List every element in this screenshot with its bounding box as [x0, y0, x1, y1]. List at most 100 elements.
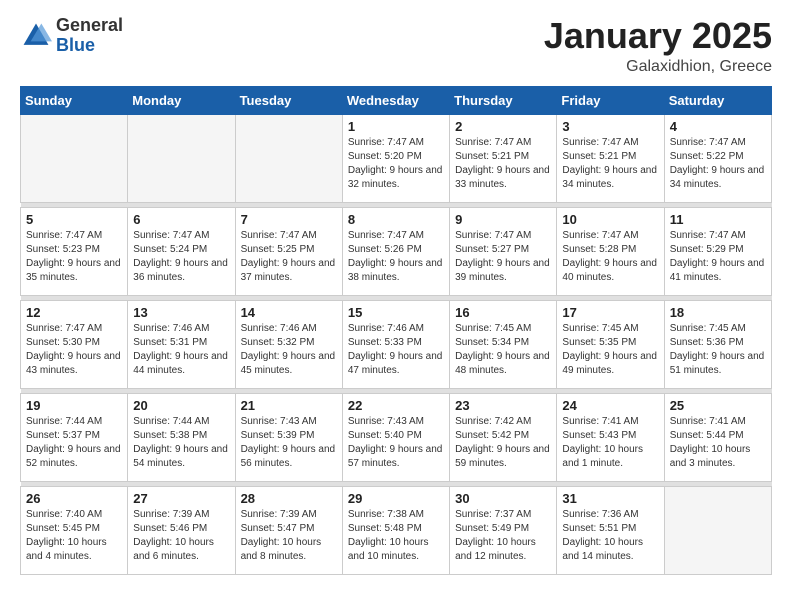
day-info: Sunrise: 7:43 AM Sunset: 5:39 PM Dayligh… [241, 415, 337, 471]
day-info: Sunrise: 7:44 AM Sunset: 5:38 PM Dayligh… [133, 415, 229, 471]
day-cell: 18 Sunrise: 7:45 AM Sunset: 5:36 PM Dayli… [664, 300, 771, 388]
logo-text: General Blue [56, 16, 123, 56]
day-info: Sunrise: 7:47 AM Sunset: 5:28 PM Dayligh… [562, 229, 658, 285]
day-cell: 25Sunrise: 7:41 AM Sunset: 5:44 PM Dayli… [664, 393, 771, 481]
logo-general: General [56, 16, 123, 36]
day-cell: 16Sunrise: 7:45 AM Sunset: 5:34 PM Dayli… [450, 300, 557, 388]
day-number: 20 [133, 398, 229, 413]
day-number: 17 [562, 305, 658, 320]
weekday-header-thursday: Thursday [450, 86, 557, 114]
day-number: 2 [455, 119, 551, 134]
day-cell: 2 Sunrise: 7:47 AM Sunset: 5:21 PM Daylig… [450, 114, 557, 202]
day-number: 13 [133, 305, 229, 320]
calendar-subtitle: Galaxidhion, Greece [544, 58, 772, 76]
day-number: 23 [455, 398, 551, 413]
week-row-2: 5 Sunrise: 7:47 AM Sunset: 5:23 PM Daylig… [21, 207, 772, 295]
day-number: 26 [26, 491, 122, 506]
day-number: 14 [241, 305, 337, 320]
day-cell: 13 Sunrise: 7:46 AM Sunset: 5:31 PM Dayli… [128, 300, 235, 388]
day-cell: 22Sunrise: 7:43 AM Sunset: 5:40 PM Dayli… [342, 393, 449, 481]
day-number: 21 [241, 398, 337, 413]
day-info: Sunrise: 7:47 AM Sunset: 5:25 PM Dayligh… [241, 229, 337, 285]
title-block: January 2025 Galaxidhion, Greece [544, 16, 772, 76]
day-info: Sunrise: 7:46 AM Sunset: 5:32 PM Dayligh… [241, 322, 337, 378]
day-info: Sunrise: 7:47 AM Sunset: 5:27 PM Dayligh… [455, 229, 551, 285]
week-row-3: 12Sunrise: 7:47 AM Sunset: 5:30 PM Dayli… [21, 300, 772, 388]
day-number: 8 [348, 212, 444, 227]
day-info: Sunrise: 7:47 AM Sunset: 5:21 PM Dayligh… [455, 136, 551, 192]
day-number: 11 [670, 212, 766, 227]
day-number: 4 [670, 119, 766, 134]
day-number: 12 [26, 305, 122, 320]
day-number: 10 [562, 212, 658, 227]
calendar-table: SundayMondayTuesdayWednesdayThursdayFrid… [20, 86, 772, 575]
weekday-header-friday: Friday [557, 86, 664, 114]
day-info: Sunrise: 7:39 AM Sunset: 5:46 PM Dayligh… [133, 508, 229, 564]
day-info: Sunrise: 7:38 AM Sunset: 5:48 PM Dayligh… [348, 508, 444, 564]
weekday-header-row: SundayMondayTuesdayWednesdayThursdayFrid… [21, 86, 772, 114]
day-cell: 4Sunrise: 7:47 AM Sunset: 5:22 PM Daylig… [664, 114, 771, 202]
day-number: 5 [26, 212, 122, 227]
day-cell: 3 Sunrise: 7:47 AM Sunset: 5:21 PM Daylig… [557, 114, 664, 202]
day-cell: 27 Sunrise: 7:39 AM Sunset: 5:46 PM Dayli… [128, 486, 235, 574]
day-number: 18 [670, 305, 766, 320]
weekday-header-tuesday: Tuesday [235, 86, 342, 114]
day-number: 27 [133, 491, 229, 506]
day-cell [128, 114, 235, 202]
day-cell: 7Sunrise: 7:47 AM Sunset: 5:25 PM Daylig… [235, 207, 342, 295]
logo-icon [20, 20, 52, 52]
day-info: Sunrise: 7:47 AM Sunset: 5:21 PM Dayligh… [562, 136, 658, 192]
day-number: 1 [348, 119, 444, 134]
day-cell: 28Sunrise: 7:39 AM Sunset: 5:47 PM Dayli… [235, 486, 342, 574]
weekday-header-saturday: Saturday [664, 86, 771, 114]
day-number: 28 [241, 491, 337, 506]
day-info: Sunrise: 7:46 AM Sunset: 5:31 PM Dayligh… [133, 322, 229, 378]
day-number: 15 [348, 305, 444, 320]
day-number: 3 [562, 119, 658, 134]
day-info: Sunrise: 7:47 AM Sunset: 5:23 PM Dayligh… [26, 229, 122, 285]
day-number: 19 [26, 398, 122, 413]
day-number: 9 [455, 212, 551, 227]
day-cell: 11Sunrise: 7:47 AM Sunset: 5:29 PM Dayli… [664, 207, 771, 295]
day-number: 22 [348, 398, 444, 413]
day-number: 25 [670, 398, 766, 413]
day-info: Sunrise: 7:45 AM Sunset: 5:35 PM Dayligh… [562, 322, 658, 378]
day-number: 30 [455, 491, 551, 506]
day-cell: 26 Sunrise: 7:40 AM Sunset: 5:45 PM Dayli… [21, 486, 128, 574]
header: General Blue January 2025 Galaxidhion, G… [20, 16, 772, 76]
day-cell: 31Sunrise: 7:36 AM Sunset: 5:51 PM Dayli… [557, 486, 664, 574]
day-cell: 15Sunrise: 7:46 AM Sunset: 5:33 PM Dayli… [342, 300, 449, 388]
day-info: Sunrise: 7:42 AM Sunset: 5:42 PM Dayligh… [455, 415, 551, 471]
day-info: Sunrise: 7:45 AM Sunset: 5:36 PM Dayligh… [670, 322, 766, 378]
day-cell [235, 114, 342, 202]
day-cell: 14 Sunrise: 7:46 AM Sunset: 5:32 PM Dayli… [235, 300, 342, 388]
logo-blue: Blue [56, 36, 123, 56]
day-cell: 23 Sunrise: 7:42 AM Sunset: 5:42 PM Dayli… [450, 393, 557, 481]
day-cell: 21 Sunrise: 7:43 AM Sunset: 5:39 PM Dayli… [235, 393, 342, 481]
day-cell: 17 Sunrise: 7:45 AM Sunset: 5:35 PM Dayli… [557, 300, 664, 388]
week-row-5: 26 Sunrise: 7:40 AM Sunset: 5:45 PM Dayli… [21, 486, 772, 574]
day-number: 29 [348, 491, 444, 506]
week-row-1: 1 Sunrise: 7:47 AM Sunset: 5:20 PM Daylig… [21, 114, 772, 202]
day-cell: 24Sunrise: 7:41 AM Sunset: 5:43 PM Dayli… [557, 393, 664, 481]
day-cell: 19Sunrise: 7:44 AM Sunset: 5:37 PM Dayli… [21, 393, 128, 481]
day-cell [664, 486, 771, 574]
weekday-header-sunday: Sunday [21, 86, 128, 114]
week-row-4: 19Sunrise: 7:44 AM Sunset: 5:37 PM Dayli… [21, 393, 772, 481]
day-cell: 29 Sunrise: 7:38 AM Sunset: 5:48 PM Dayli… [342, 486, 449, 574]
day-number: 6 [133, 212, 229, 227]
day-info: Sunrise: 7:41 AM Sunset: 5:43 PM Dayligh… [562, 415, 658, 471]
day-info: Sunrise: 7:45 AM Sunset: 5:34 PM Dayligh… [455, 322, 551, 378]
day-cell: 5 Sunrise: 7:47 AM Sunset: 5:23 PM Daylig… [21, 207, 128, 295]
day-info: Sunrise: 7:40 AM Sunset: 5:45 PM Dayligh… [26, 508, 122, 564]
day-cell: 1 Sunrise: 7:47 AM Sunset: 5:20 PM Daylig… [342, 114, 449, 202]
day-info: Sunrise: 7:36 AM Sunset: 5:51 PM Dayligh… [562, 508, 658, 564]
weekday-header-wednesday: Wednesday [342, 86, 449, 114]
day-cell: 10 Sunrise: 7:47 AM Sunset: 5:28 PM Dayli… [557, 207, 664, 295]
day-cell: 20 Sunrise: 7:44 AM Sunset: 5:38 PM Dayli… [128, 393, 235, 481]
day-cell: 9 Sunrise: 7:47 AM Sunset: 5:27 PM Daylig… [450, 207, 557, 295]
calendar-title: January 2025 [544, 16, 772, 56]
weekday-header-monday: Monday [128, 86, 235, 114]
day-cell: 30Sunrise: 7:37 AM Sunset: 5:49 PM Dayli… [450, 486, 557, 574]
day-info: Sunrise: 7:47 AM Sunset: 5:20 PM Dayligh… [348, 136, 444, 192]
